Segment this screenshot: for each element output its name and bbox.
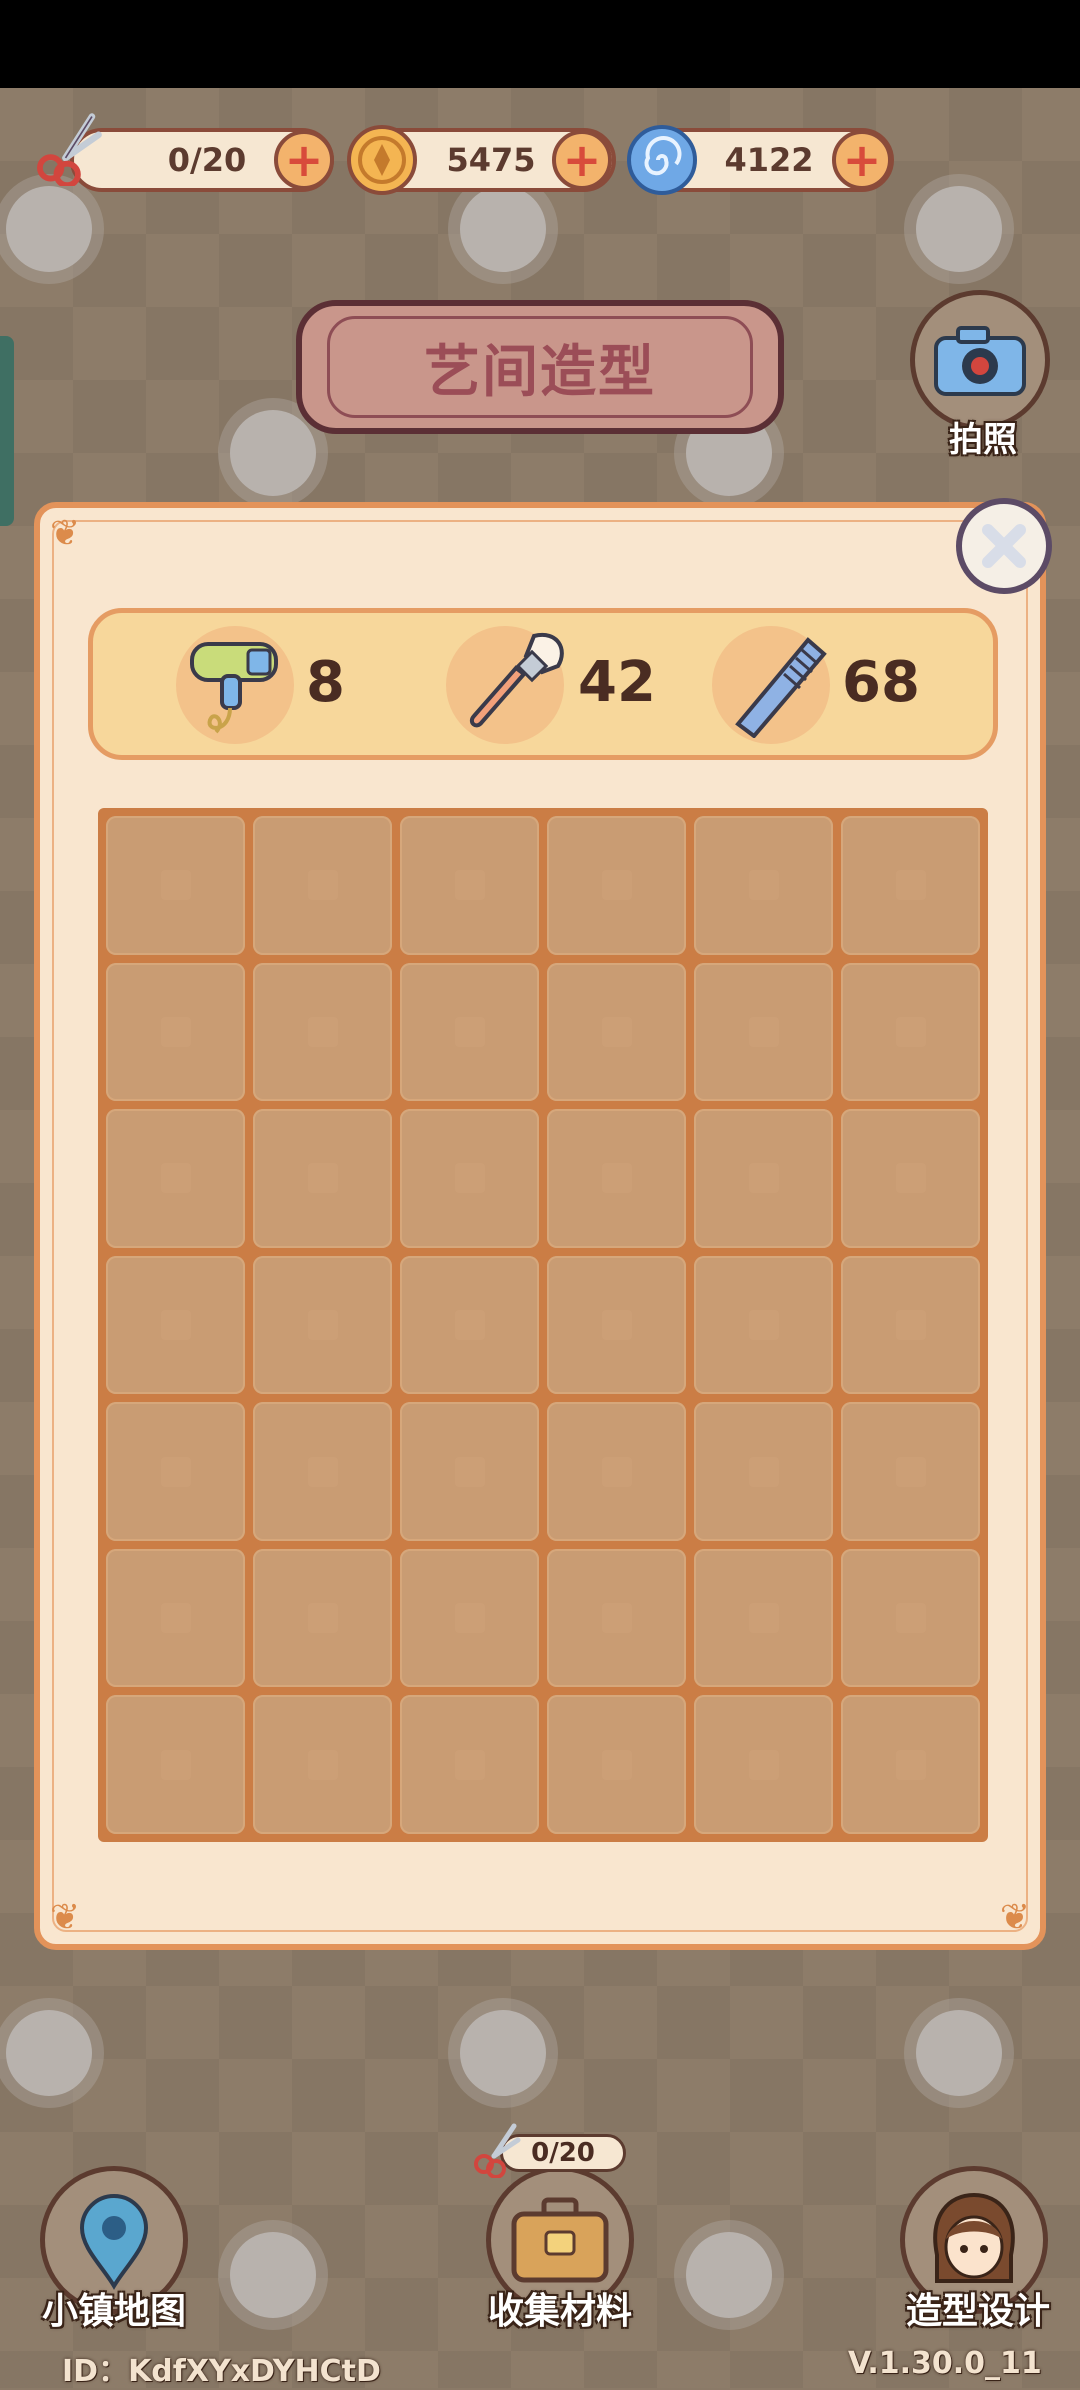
grid-cell[interactable] [106, 1255, 245, 1395]
toolbox-icon [511, 2197, 609, 2283]
sun-decoration-icon [230, 410, 316, 496]
sun-decoration-icon [686, 2232, 772, 2318]
page-title: 艺间造型 [327, 316, 753, 418]
grid-cell[interactable] [400, 1255, 539, 1395]
comb-count: 68 [842, 650, 920, 715]
swirl-gem-icon [627, 125, 697, 195]
grid-cell[interactable] [253, 1255, 392, 1395]
grid-cell[interactable] [253, 816, 392, 955]
grid-cell[interactable] [694, 1109, 833, 1248]
camera-label: 拍照 [949, 420, 1017, 460]
map-pin-icon [79, 2194, 149, 2290]
grid-cell[interactable] [253, 1548, 392, 1688]
grid-cell[interactable] [106, 1548, 245, 1688]
grid-cell[interactable] [253, 1402, 392, 1541]
grid-cell[interactable] [547, 1255, 686, 1395]
collect-progress-value: 0/20 [531, 2138, 595, 2168]
grid-cell[interactable] [694, 816, 833, 955]
style-design-label: 造型设计 [905, 2291, 1050, 2332]
scissors-icon [474, 2123, 521, 2178]
grid-cell[interactable] [400, 1695, 539, 1834]
grid-cell[interactable] [400, 1109, 539, 1248]
grid-cell[interactable] [400, 816, 539, 955]
sun-decoration-icon [460, 186, 546, 272]
grid-cell[interactable] [841, 1255, 980, 1395]
sun-decoration-icon [460, 2010, 546, 2096]
add-coins-button[interactable]: + [552, 130, 612, 190]
girl-avatar-icon [933, 2192, 1015, 2283]
grid-cell[interactable] [547, 962, 686, 1102]
grid-cell[interactable] [400, 1402, 539, 1541]
grid-cell[interactable] [841, 1695, 980, 1834]
collect-materials-label: 收集材料 [487, 2291, 632, 2332]
hair-dryer-icon [190, 642, 278, 734]
hair-dryer-count: 8 [306, 650, 345, 715]
makeup-brush-icon [469, 632, 564, 728]
grid-cell[interactable] [400, 962, 539, 1102]
grid-cell[interactable] [694, 1402, 833, 1541]
makeup-brush-count: 42 [578, 650, 656, 715]
comb-icon [735, 637, 827, 738]
version-label: V.1.30.0_11 [848, 2346, 1042, 2381]
side-tab[interactable] [0, 336, 14, 526]
sun-decoration-icon [916, 2010, 1002, 2096]
close-icon [982, 524, 1026, 568]
grid-cell[interactable] [547, 816, 686, 955]
grid-cell[interactable] [253, 1109, 392, 1248]
grid-cell[interactable] [841, 1548, 980, 1688]
grid-cell[interactable] [106, 1402, 245, 1541]
title-banner: 艺间造型 [296, 300, 784, 434]
sun-decoration-icon [916, 186, 1002, 272]
grid-cell[interactable] [106, 1695, 245, 1834]
gem-value: 4122 [724, 141, 814, 179]
sun-decoration-icon [6, 186, 92, 272]
scissors-value: 0/20 [167, 141, 247, 179]
item-grid [98, 808, 988, 1842]
grid-cell[interactable] [694, 1255, 833, 1395]
grid-cell[interactable] [841, 962, 980, 1102]
town-map-label: 小镇地图 [41, 2291, 186, 2332]
camera-icon [934, 326, 1026, 396]
grid-cell[interactable] [694, 962, 833, 1102]
add-gems-button[interactable]: + [832, 130, 892, 190]
coin-value: 5475 [446, 141, 536, 179]
grid-cell[interactable] [547, 1548, 686, 1688]
grid-cell[interactable] [547, 1402, 686, 1541]
grid-cell[interactable] [841, 1402, 980, 1541]
grid-cell[interactable] [841, 816, 980, 955]
status-bar [0, 0, 1080, 88]
grid-cell[interactable] [400, 1548, 539, 1688]
corner-ornament-icon: ❦ [50, 1897, 81, 1938]
grid-cell[interactable] [547, 1695, 686, 1834]
grid-cell[interactable] [841, 1109, 980, 1248]
grid-cell[interactable] [253, 1695, 392, 1834]
camera-button[interactable] [910, 290, 1050, 430]
close-button[interactable] [956, 498, 1052, 594]
grid-cell[interactable] [547, 1109, 686, 1248]
corner-ornament-icon: ❦ [999, 1897, 1030, 1938]
sun-decoration-icon [6, 2010, 92, 2096]
grid-cell[interactable] [106, 962, 245, 1102]
grid-cell[interactable] [106, 1109, 245, 1248]
coin-icon [347, 125, 417, 195]
scissors-icon [37, 113, 102, 186]
add-scissors-button[interactable]: + [274, 130, 334, 190]
user-id: ID：KdfXYxDYHCtD [62, 2354, 381, 2389]
grid-cell[interactable] [694, 1695, 833, 1834]
grid-cell[interactable] [694, 1548, 833, 1688]
sun-decoration-icon [230, 2232, 316, 2318]
grid-cell[interactable] [106, 816, 245, 955]
grid-cell[interactable] [253, 962, 392, 1102]
corner-ornament-icon: ❦ [50, 513, 81, 554]
